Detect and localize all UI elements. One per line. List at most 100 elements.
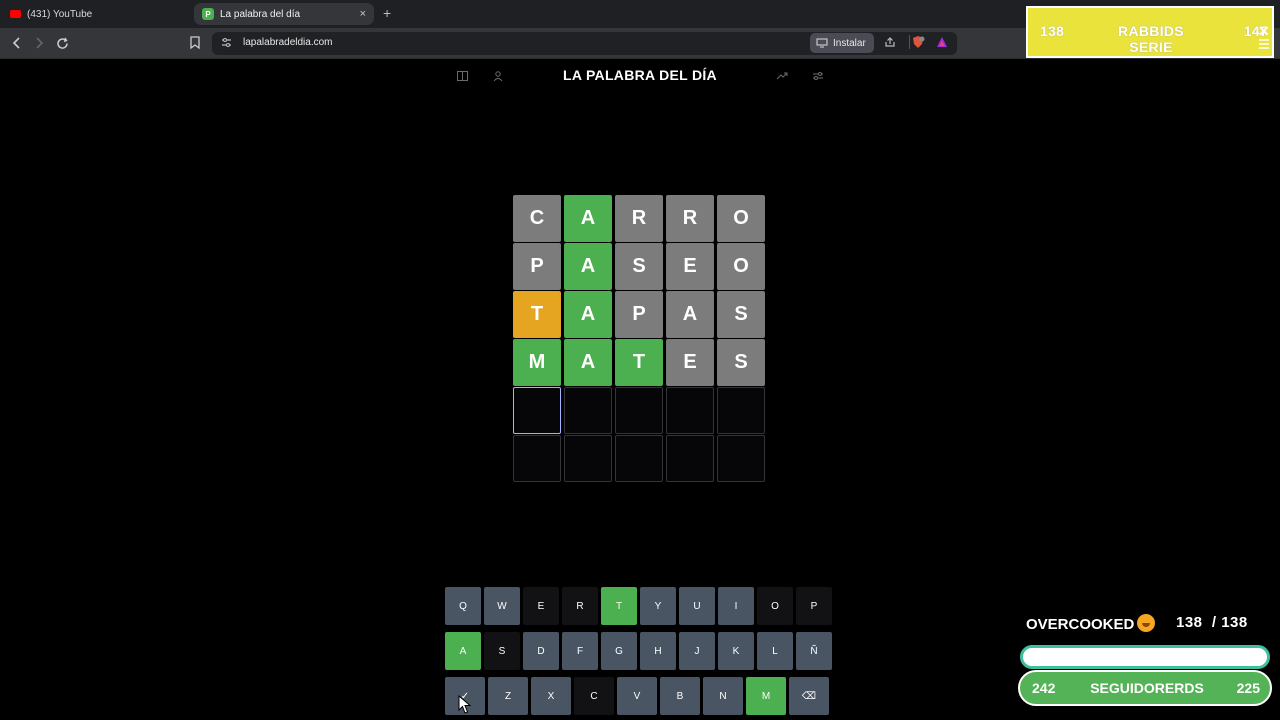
key-i[interactable]: I <box>718 587 754 625</box>
tab-title: (431) YouTube <box>27 8 93 20</box>
install-label: Instalar <box>833 37 866 49</box>
board-tile: A <box>564 339 612 386</box>
board-row <box>513 435 765 482</box>
key-r[interactable]: R <box>562 587 598 625</box>
followers-left-count: 242 <box>1032 680 1056 696</box>
tab-palabra[interactable]: P La palabra del día × <box>194 3 374 25</box>
board-tile: P <box>513 243 561 290</box>
key-c[interactable]: C <box>574 677 614 715</box>
key-l[interactable]: L <box>757 632 793 670</box>
progress-fill <box>1026 651 1264 663</box>
key-k[interactable]: K <box>718 632 754 670</box>
menu-icon[interactable] <box>1258 38 1270 50</box>
board-tile: A <box>564 291 612 338</box>
board-tile: A <box>564 243 612 290</box>
overcooked-progress-bar <box>1020 645 1270 669</box>
keyboard-row: ASDFGHJKLÑ <box>445 632 832 670</box>
key-p[interactable]: P <box>796 587 832 625</box>
overcooked-label: OVERCOOKED <box>1026 614 1156 633</box>
followers-widget: 242 SEGUIDORERDS 225 <box>1018 670 1272 706</box>
backspace-key[interactable]: ⌫ <box>789 677 829 715</box>
key-g[interactable]: G <box>601 632 637 670</box>
rabbids-title: RABBIDS SERIE <box>1118 23 1184 55</box>
user-icon[interactable] <box>490 68 506 84</box>
board-tile: E <box>666 243 714 290</box>
reload-icon <box>56 37 68 49</box>
board-tile <box>513 387 561 434</box>
key-e[interactable]: E <box>523 587 559 625</box>
smile-emoji-icon <box>1137 614 1156 632</box>
keyboard-row: ✓ Z X C V B N M ⌫ <box>445 677 829 715</box>
board-tile <box>666 435 714 482</box>
board-tile <box>564 435 612 482</box>
close-tab-icon[interactable]: × <box>360 8 366 20</box>
forward-icon <box>36 37 44 49</box>
key-m[interactable]: M <box>746 677 786 715</box>
key-t[interactable]: T <box>601 587 637 625</box>
board-tile: E <box>666 339 714 386</box>
board-tile: S <box>717 339 765 386</box>
key-a[interactable]: A <box>445 632 481 670</box>
youtube-icon <box>10 10 21 18</box>
share-icon[interactable] <box>882 34 898 50</box>
site-settings-icon[interactable] <box>221 37 232 48</box>
key-o[interactable]: O <box>757 587 793 625</box>
new-tab-button[interactable]: + <box>383 5 391 21</box>
back-icon <box>12 37 20 49</box>
board-tile <box>564 387 612 434</box>
rabbids-left-count: 138 <box>1040 23 1065 39</box>
key-b[interactable]: B <box>660 677 700 715</box>
board-tile <box>615 387 663 434</box>
board-tile <box>615 435 663 482</box>
board-tile: O <box>717 243 765 290</box>
board-tile: S <box>615 243 663 290</box>
key-u[interactable]: U <box>679 587 715 625</box>
reload-button[interactable] <box>52 33 72 53</box>
install-monitor-icon <box>816 38 828 48</box>
key-x[interactable]: X <box>531 677 571 715</box>
brave-shield-icon[interactable] <box>910 34 926 50</box>
keyboard-row: QWERTYUIOP <box>445 587 832 625</box>
board-row: TAPAS <box>513 291 765 338</box>
key-w[interactable]: W <box>484 587 520 625</box>
url-text[interactable]: lapalabradeldia.com <box>243 37 333 48</box>
key-h[interactable]: H <box>640 632 676 670</box>
board-tile: M <box>513 339 561 386</box>
rabbids-widget: 138 RABBIDS SERIE 147 ✕ <box>1026 6 1274 58</box>
board-tile: R <box>666 195 714 242</box>
board-tile <box>513 435 561 482</box>
back-button[interactable] <box>7 33 27 53</box>
install-button[interactable]: Instalar <box>810 33 874 53</box>
followers-right-count: 225 <box>1236 680 1260 696</box>
forward-button[interactable] <box>29 33 49 53</box>
key-v[interactable]: V <box>617 677 657 715</box>
stats-icon[interactable] <box>774 68 790 84</box>
key-d[interactable]: D <box>523 632 559 670</box>
board-row: CARRO <box>513 195 765 242</box>
board-tile: T <box>615 339 663 386</box>
bookmark-icon[interactable] <box>190 36 200 49</box>
tab-title: La palabra del día <box>220 8 301 20</box>
key-z[interactable]: Z <box>488 677 528 715</box>
mouse-cursor-icon <box>458 695 472 714</box>
brave-rewards-icon[interactable] <box>934 34 950 50</box>
key-ñ[interactable]: Ñ <box>796 632 832 670</box>
key-q[interactable]: Q <box>445 587 481 625</box>
tab-youtube[interactable]: (431) YouTube <box>2 3 192 25</box>
board-tile <box>717 435 765 482</box>
overcooked-count: 138 / 138 <box>1176 614 1248 631</box>
board-tile: R <box>615 195 663 242</box>
key-f[interactable]: F <box>562 632 598 670</box>
board-tile: T <box>513 291 561 338</box>
followers-title: SEGUIDORERDS <box>1090 680 1204 696</box>
help-book-icon[interactable] <box>454 68 470 84</box>
key-j[interactable]: J <box>679 632 715 670</box>
key-s[interactable]: S <box>484 632 520 670</box>
board-tile: A <box>564 195 612 242</box>
settings-icon[interactable] <box>810 68 826 84</box>
board-tile <box>717 387 765 434</box>
key-n[interactable]: N <box>703 677 743 715</box>
page-title: LA PALABRA DEL DÍA <box>563 67 717 83</box>
palabra-icon: P <box>202 8 214 20</box>
key-y[interactable]: Y <box>640 587 676 625</box>
